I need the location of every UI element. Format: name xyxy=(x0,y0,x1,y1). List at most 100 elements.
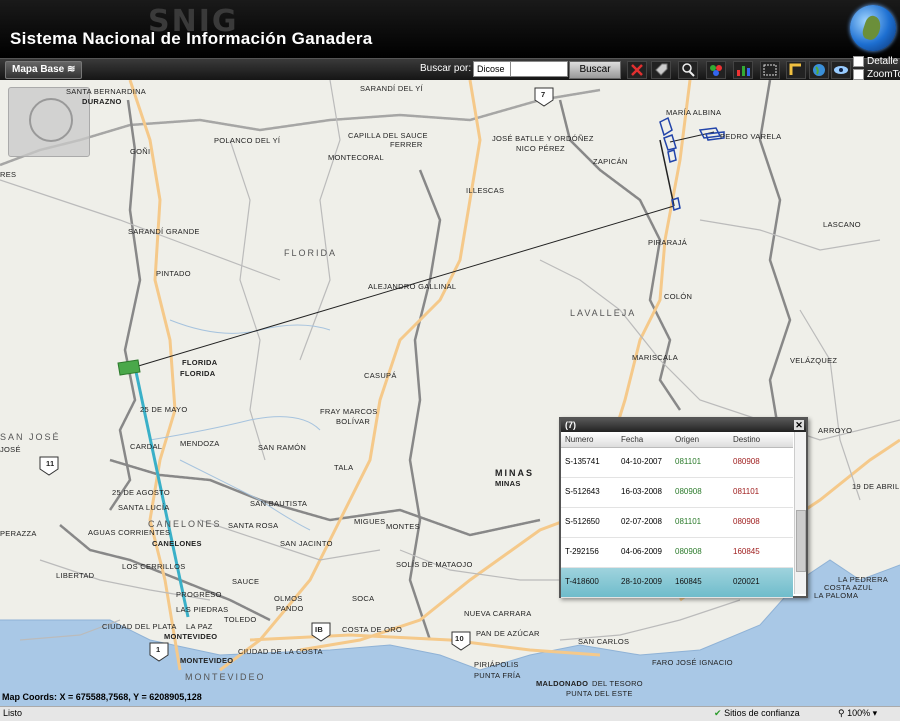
place-25-de-agosto: 25 DE AGOSTO xyxy=(112,488,171,497)
place-maria-albina: MARÍA ALBINA xyxy=(666,108,722,117)
map-canvas[interactable]: 7 11 1 IB 10 FLORIDA LAVALLEJA CANELONES… xyxy=(0,80,900,707)
close-icon[interactable]: ✕ xyxy=(794,420,804,430)
place-migues: MIGUES xyxy=(354,517,386,526)
dept-florida: FLORIDA xyxy=(284,248,338,258)
layers-tool-icon[interactable] xyxy=(706,61,726,79)
toolbar: Mapa Base ≋ Buscar por: Dicose Buscar xyxy=(0,58,900,80)
mapbase-button[interactable]: Mapa Base ≋ xyxy=(5,61,83,79)
place-nueva-carrara: NUEVA CARRARA xyxy=(464,609,532,618)
cell-destino: 160845 xyxy=(733,547,760,556)
place-ciudad-de-la-costa: CIUDAD DE LA COSTA xyxy=(238,647,323,656)
globe-icon[interactable] xyxy=(809,61,829,79)
globe-logo-icon xyxy=(850,5,896,51)
clear-icon[interactable] xyxy=(627,61,647,79)
popup-header[interactable]: (7) ✕ xyxy=(561,419,806,432)
compass-icon[interactable] xyxy=(29,98,73,142)
trust-label: Sitios de confianza xyxy=(724,708,800,718)
popup-scrollbar[interactable] xyxy=(794,432,806,594)
results-popup[interactable]: (7) ✕ Numero Fecha Origen Destino S-1357… xyxy=(559,417,808,598)
map-coords-readout: Map Coords: X = 675588,7568, Y = 6208905… xyxy=(2,692,202,702)
results-table: Numero Fecha Origen Destino S-135741 04-… xyxy=(561,432,793,598)
place-soca: SOCA xyxy=(352,594,375,603)
place-velazquez: VELÁZQUEZ xyxy=(790,356,838,365)
dept-montevideo: MONTEVIDEO xyxy=(185,672,266,682)
dept-san-jose: SAN JOSÉ xyxy=(0,432,61,442)
trusted-sites-zone[interactable]: ✔ Sitios de confianza xyxy=(714,708,800,719)
place-progreso: PROGRESO xyxy=(176,590,222,599)
place-pedro-varela: PEDRO VARELA xyxy=(720,132,782,141)
place-jose-batlle: JOSÉ BATLLE Y ORDÓÑEZ xyxy=(492,134,594,143)
place-capilla-del-sauce: CAPILLA DEL SAUCE xyxy=(348,131,428,140)
place-las-piedras: LAS PIEDRAS xyxy=(176,605,229,614)
place-costa-de-oro: COSTA DE ORO xyxy=(342,625,403,634)
place-del-tesoro: DEL TESORO xyxy=(592,679,643,688)
place-sarandi-del-yi: SARANDÍ DEL YÍ xyxy=(360,84,423,93)
tag-icon[interactable] xyxy=(651,61,671,79)
pan-navigator[interactable] xyxy=(8,87,90,157)
place-los-cerrillos: LOS CERRILLOS xyxy=(122,562,186,571)
place-solis-de-mataojo: SOLÍS DE MATAOJO xyxy=(396,560,473,569)
cell-numero: S-512650 xyxy=(565,517,600,526)
zoom-label: 100% xyxy=(847,708,871,718)
col-origen[interactable]: Origen xyxy=(675,432,700,448)
place-san-ramon: SAN RAMÓN xyxy=(258,443,307,452)
place-mariscala: MARISCALA xyxy=(632,353,679,362)
place-pan-de-azucar: PAN DE AZÚCAR xyxy=(476,629,540,638)
table-row[interactable]: S-135741 04-10-2007 081101 080908 xyxy=(561,448,793,478)
place-colon: COLÓN xyxy=(664,292,693,301)
place-montevideo-2: MONTEVIDEO xyxy=(180,656,234,665)
search-input[interactable] xyxy=(510,61,568,77)
cell-origen: 080908 xyxy=(675,547,702,556)
place-la-paloma: LA PALOMA xyxy=(814,591,859,600)
place-ciudad-del-plata: CIUDAD DEL PLATA xyxy=(102,622,177,631)
place-san-bautista: SAN BAUTISTA xyxy=(250,499,308,508)
place-arroyo: ARROYO xyxy=(818,426,853,435)
chart-icon[interactable] xyxy=(733,61,753,79)
place-mendoza: MENDOZA xyxy=(180,439,220,448)
place-santa-rosa: SANTA ROSA xyxy=(228,521,279,530)
detalle-option[interactable]: Detalle xyxy=(853,56,898,67)
check-icon: ✔ xyxy=(714,708,722,718)
place-punta-fria: PUNTA FRÍA xyxy=(474,671,521,680)
route-ib-label: IB xyxy=(315,625,324,634)
place-maldonado: MALDONADO xyxy=(536,679,589,688)
table-row[interactable]: T-292156 04-06-2009 080908 160845 xyxy=(561,538,793,568)
cell-fecha: 04-10-2007 xyxy=(621,457,662,466)
scrollbar-thumb[interactable] xyxy=(796,510,806,572)
col-fecha[interactable]: Fecha xyxy=(621,432,644,448)
place-florida-2: FLORIDA xyxy=(180,369,216,378)
col-destino[interactable]: Destino xyxy=(733,432,761,448)
place-durazno: DURAZNO xyxy=(82,97,122,106)
cell-numero: T-418600 xyxy=(565,577,599,586)
search-type-select[interactable]: Dicose xyxy=(473,61,512,77)
place-jose: JOSÉ xyxy=(0,445,21,454)
cell-destino: 020021 xyxy=(733,577,760,586)
measure-icon[interactable] xyxy=(786,61,806,79)
search-button[interactable]: Buscar xyxy=(569,61,621,79)
place-san-jacinto: SAN JACINTO xyxy=(280,539,333,548)
zoomto-option-label: ZoomTo xyxy=(867,69,900,80)
place-punta-del-este: PUNTA DEL ESTE xyxy=(566,689,633,698)
table-row[interactable]: S-512650 02-07-2008 081101 080908 xyxy=(561,508,793,538)
place-ferrer: FERRER xyxy=(390,140,423,149)
status-text: Listo xyxy=(3,708,23,718)
table-row-selected[interactable]: T-418600 28-10-2009 160845 020021 xyxy=(561,568,793,598)
place-fray-marcos: FRAY MARCOS xyxy=(320,407,378,416)
place-perazza: PERAZZA xyxy=(0,529,37,538)
eye-icon[interactable] xyxy=(831,61,851,79)
col-numero[interactable]: Numero xyxy=(565,432,594,448)
cell-origen: 160845 xyxy=(675,577,702,586)
place-santa-lucia: SANTA LUCÍA xyxy=(118,503,170,512)
table-row[interactable]: S-512643 16-03-2008 080908 081101 xyxy=(561,478,793,508)
cell-origen: 081101 xyxy=(675,517,702,526)
zoomto-option[interactable]: ZoomTo xyxy=(853,69,900,80)
place-toledo: TOLEDO xyxy=(224,615,257,624)
route-7-label: 7 xyxy=(541,90,546,99)
place-piraraja: PIRARAJÁ xyxy=(648,238,688,247)
cell-destino: 080908 xyxy=(733,457,760,466)
identify-icon[interactable] xyxy=(678,61,698,79)
dept-minas: MINAS xyxy=(495,468,534,478)
zoom-level[interactable]: ⚲ 100% ▾ xyxy=(838,708,877,719)
place-bolivar: BOLÍVAR xyxy=(336,417,371,426)
select-box-icon[interactable] xyxy=(760,61,780,79)
